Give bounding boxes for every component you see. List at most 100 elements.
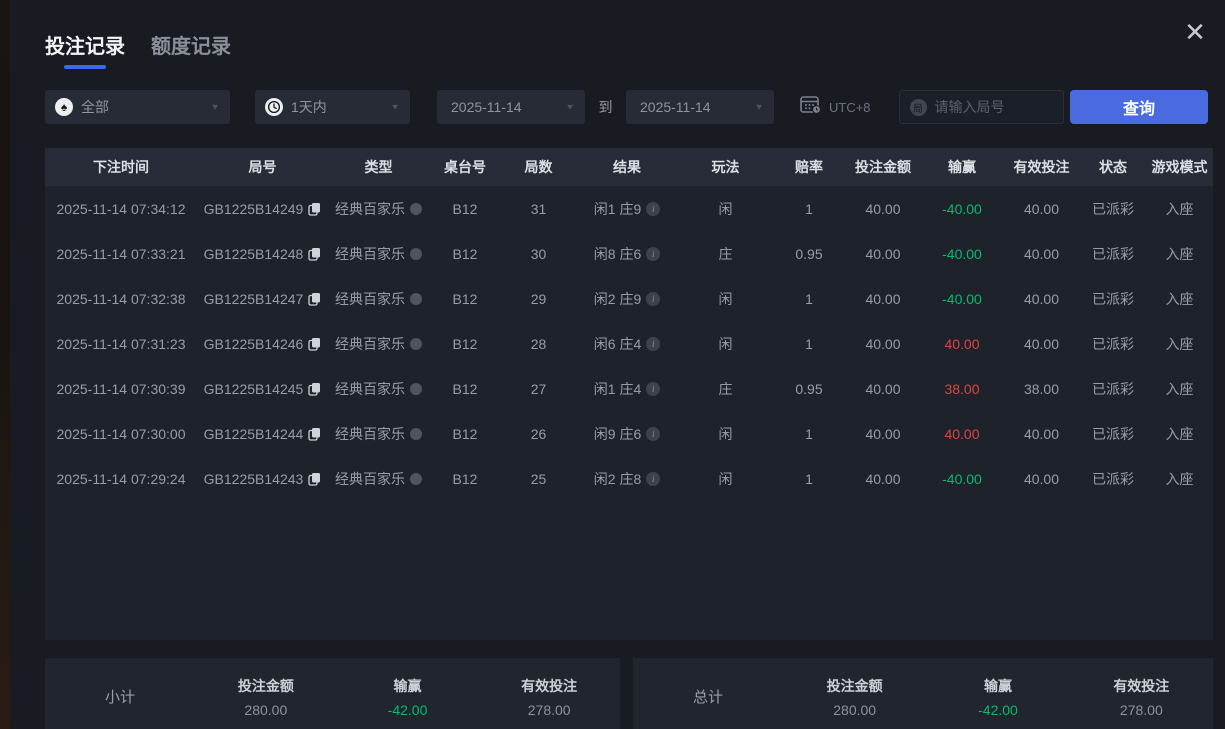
cell-mode: 入座 <box>1146 424 1213 444</box>
cell-type: 经典百家乐 <box>328 289 429 309</box>
cell-round_id-value: GB1225B14244 <box>203 425 304 442</box>
cell-result-value: 闲1 庄9 <box>593 200 642 217</box>
cell-round_id: GB1225B14247 <box>197 291 328 307</box>
tab-bet-records[interactable]: 投注记录 <box>45 30 125 69</box>
cell-mode: 入座 <box>1146 334 1213 354</box>
copy-icon[interactable] <box>308 247 321 261</box>
tab-bar: 投注记录 额度记录 <box>45 30 231 69</box>
chevron-down-icon: ▼ <box>210 102 220 112</box>
date-to-value: 2025-11-14 <box>640 99 711 115</box>
game-type-select[interactable]: ♠ 全部 ▼ <box>45 90 230 124</box>
round-number-icon: 局 <box>909 98 927 116</box>
cell-play: 庄 <box>678 379 773 399</box>
cell-round_id: GB1225B14246 <box>197 336 328 352</box>
total-validbet-stat: 有效投注 278.00 <box>1070 676 1213 718</box>
cell-mode: 入座 <box>1146 199 1213 219</box>
cell-time-value: 2025-11-14 07:30:00 <box>56 425 186 442</box>
stat-title: 投注金额 <box>237 678 294 694</box>
time-range-select[interactable]: 1天内 ▼ <box>255 90 410 124</box>
cell-result: 闲1 庄4 i <box>576 379 678 399</box>
cell-result-value: 闲6 庄4 <box>593 335 642 352</box>
cell-round_no: 27 <box>501 381 576 397</box>
cell-round_no-value: 28 <box>530 335 547 352</box>
cell-table_no: B12 <box>429 336 501 352</box>
cell-round_id-value: GB1225B14247 <box>203 290 304 307</box>
cell-table_no: B12 <box>429 381 501 397</box>
cell-bet: 40.00 <box>845 336 921 352</box>
cell-play: 闲 <box>678 424 773 444</box>
cell-play: 闲 <box>678 199 773 219</box>
cell-odds: 0.95 <box>773 381 845 397</box>
info-icon[interactable]: i <box>646 336 661 351</box>
info-icon[interactable]: i <box>646 381 661 396</box>
cell-play-value: 闲 <box>718 200 733 217</box>
info-icon[interactable]: i <box>646 471 661 486</box>
cell-round_id: GB1225B14244 <box>197 426 328 442</box>
chevron-down-icon: ▼ <box>565 102 575 112</box>
cell-odds-value: 1 <box>805 470 813 487</box>
cell-result-value: 闲9 庄6 <box>593 425 642 442</box>
cell-type-value: 经典百家乐 <box>335 200 405 217</box>
summary-bar: 小计 投注金额 280.00 输赢 -42.00 有效投注 278.00 总计 … <box>45 658 1213 729</box>
copy-icon[interactable] <box>308 472 321 486</box>
round-search-input[interactable] <box>934 99 1053 115</box>
cell-result: 闲8 庄6 i <box>576 244 678 264</box>
cell-round_no: 25 <box>501 471 576 487</box>
cell-mode: 入座 <box>1146 379 1213 399</box>
cell-win_loss: 40.00 <box>921 336 1003 352</box>
query-button[interactable]: 查询 <box>1070 90 1208 124</box>
round-search-field: 局 <box>898 90 1064 124</box>
cell-valid_bet-value: 40.00 <box>1023 470 1060 487</box>
cell-round_no: 30 <box>501 246 576 262</box>
copy-icon[interactable] <box>308 337 321 351</box>
stat-value: 278.00 <box>1119 702 1163 718</box>
stat-value: -42.00 <box>387 702 428 718</box>
cell-time: 2025-11-14 07:32:38 <box>45 291 197 307</box>
cell-play-value: 闲 <box>718 290 733 307</box>
cell-table_no-value: B12 <box>452 245 478 262</box>
info-icon[interactable]: i <box>646 291 661 306</box>
subtotal-panel: 小计 投注金额 280.00 输赢 -42.00 有效投注 278.00 <box>45 658 620 729</box>
calendar-icon[interactable] <box>800 95 822 120</box>
date-from-value: 2025-11-14 <box>451 99 522 115</box>
cell-result-value: 闲2 庄8 <box>593 470 642 487</box>
copy-icon[interactable] <box>308 382 321 396</box>
time-range-value: 1天内 <box>291 99 327 115</box>
cell-round_no: 29 <box>501 291 576 307</box>
cell-table_no: B12 <box>429 291 501 307</box>
cell-result: 闲9 庄6 i <box>576 424 678 444</box>
column-header-2: 类型 <box>364 159 393 175</box>
info-icon[interactable]: i <box>646 201 661 216</box>
column-header-1: 局号 <box>248 159 277 175</box>
close-icon[interactable]: ✕ <box>1179 16 1211 48</box>
copy-icon[interactable] <box>308 292 321 306</box>
tab-quota-records[interactable]: 额度记录 <box>151 30 231 69</box>
stat-value: -42.00 <box>978 702 1018 718</box>
cell-mode-value: 入座 <box>1165 380 1194 397</box>
game-type-dot-icon <box>410 292 422 305</box>
cell-valid_bet-value: 40.00 <box>1023 290 1060 307</box>
table-body: 2025-11-14 07:34:12 GB1225B14249 经典百家乐 B12 3… <box>45 186 1213 501</box>
info-icon[interactable]: i <box>646 426 661 441</box>
cell-valid_bet: 40.00 <box>1003 246 1080 262</box>
cell-valid_bet: 40.00 <box>1003 201 1080 217</box>
cell-time-value: 2025-11-14 07:32:38 <box>56 290 186 307</box>
cell-type-value: 经典百家乐 <box>335 335 405 352</box>
cell-result-value: 闲8 庄6 <box>593 245 642 262</box>
cell-status: 已派彩 <box>1080 289 1146 309</box>
column-header-10: 有效投注 <box>1013 159 1070 175</box>
copy-icon[interactable] <box>308 427 321 441</box>
cell-bet-value: 40.00 <box>865 200 901 217</box>
info-icon[interactable]: i <box>646 246 661 261</box>
cell-mode-value: 入座 <box>1165 290 1194 307</box>
cell-time: 2025-11-14 07:30:39 <box>45 381 197 397</box>
background-strip <box>0 0 10 729</box>
copy-icon[interactable] <box>308 202 321 216</box>
cell-round_id-value: GB1225B14249 <box>203 200 304 217</box>
cell-time-value: 2025-11-14 07:31:23 <box>56 335 186 352</box>
cell-odds-value: 1 <box>805 290 813 307</box>
cell-round_no-value: 30 <box>530 245 547 262</box>
date-from-picker[interactable]: 2025-11-14 ▼ <box>437 90 585 124</box>
date-to-picker[interactable]: 2025-11-14 ▼ <box>626 90 774 124</box>
cell-type-value: 经典百家乐 <box>335 380 405 397</box>
